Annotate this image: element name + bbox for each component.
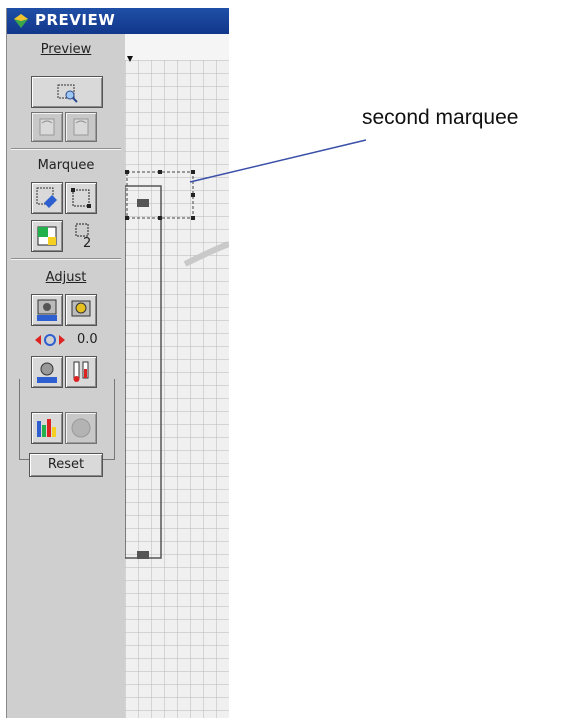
annotation-label: second marquee <box>362 106 519 129</box>
